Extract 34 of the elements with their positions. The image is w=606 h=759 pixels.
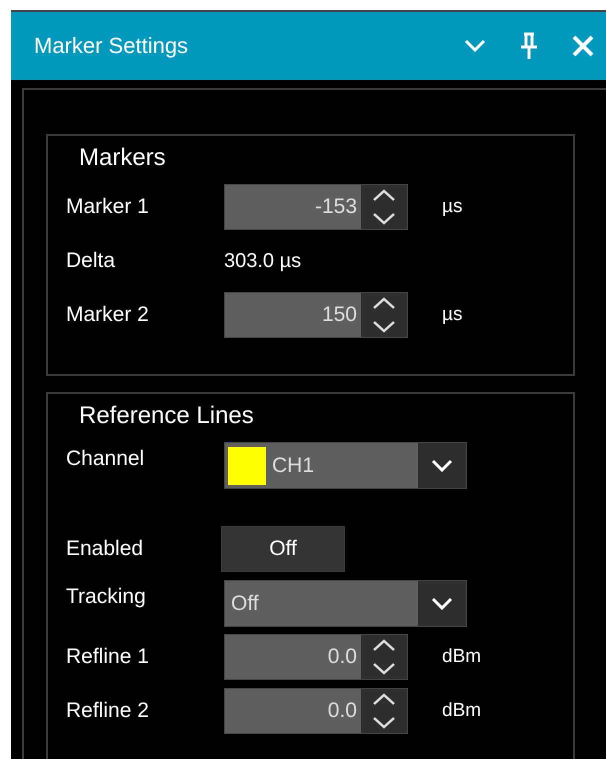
unit-label: dBm	[442, 646, 482, 668]
chevron-down-icon	[431, 458, 453, 472]
close-icon[interactable]	[572, 35, 594, 57]
toggle-button[interactable]: Off	[221, 526, 345, 572]
field-label: Delta	[66, 249, 116, 273]
number-spinbox[interactable]: 0.0	[224, 634, 408, 680]
spin-arrows-icon[interactable]	[361, 635, 407, 679]
spin-arrows-icon[interactable]	[361, 689, 407, 733]
number-spinbox[interactable]: 0.0	[224, 688, 408, 734]
number-spinbox[interactable]: 150	[224, 292, 408, 338]
delta-value: 303.0 µs	[224, 250, 302, 272]
dropdown[interactable]: CH1	[224, 442, 467, 489]
field-label: Channel	[66, 446, 146, 472]
unit-label: µs	[442, 196, 462, 218]
spin-arrows-icon[interactable]	[361, 185, 407, 229]
unit-label: dBm	[442, 700, 482, 722]
dropdown-toggle[interactable]	[418, 581, 466, 626]
dropdown-toggle[interactable]	[418, 443, 466, 488]
chevron-down-icon	[431, 596, 453, 610]
spin-arrows-icon[interactable]	[361, 293, 407, 337]
window-title: Marker Settings	[34, 33, 190, 59]
field-label: Tracking	[66, 584, 147, 610]
field-label: Refline 1	[66, 645, 150, 669]
chevron-down-icon[interactable]	[464, 39, 486, 53]
field-label: Marker 1	[66, 195, 150, 219]
field-label: Marker 2	[66, 303, 150, 327]
pin-icon[interactable]	[520, 32, 538, 60]
group-title: Markers	[78, 143, 167, 173]
unit-label: µs	[442, 304, 462, 326]
group-title: Reference Lines	[78, 401, 255, 431]
number-spinbox[interactable]: -153	[224, 184, 408, 230]
field-label: Enabled	[66, 537, 144, 561]
field-label: Refline 2	[66, 699, 150, 723]
dropdown[interactable]: Off	[224, 580, 467, 627]
